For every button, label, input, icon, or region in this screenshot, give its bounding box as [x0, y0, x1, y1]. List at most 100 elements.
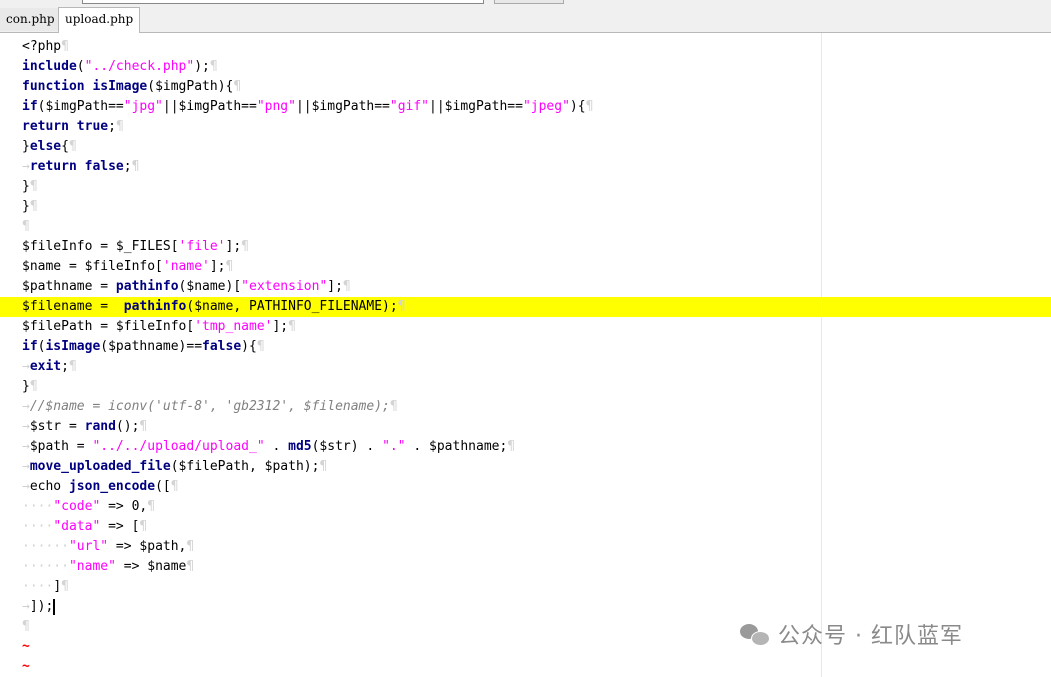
code-line[interactable]: if(isImage($pathname)==false){¶: [22, 337, 265, 357]
pilcrow-mark: ¶: [288, 319, 296, 334]
code-line[interactable]: $filename = pathinfo($name, PATHINFO_FIL…: [0, 297, 1051, 317]
code-token: => 0,: [100, 499, 148, 514]
code-line[interactable]: <?php¶: [22, 37, 69, 57]
pilcrow-mark: ¶: [29, 179, 38, 194]
code-line[interactable]: →//$name = iconv('utf-8', 'gb2312', $fil…: [22, 397, 398, 417]
code-line[interactable]: $name = $fileInfo['name'];¶: [22, 257, 233, 277]
code-token: ····: [22, 499, 54, 514]
code-token: function: [22, 79, 85, 94]
code-line[interactable]: $fileInfo = $_FILES['file'];¶: [22, 237, 249, 257]
code-token: ){: [569, 99, 586, 114]
code-line[interactable]: ····]¶: [22, 577, 69, 597]
code-token: .: [264, 439, 289, 454]
code-token: return: [22, 119, 69, 134]
code-token: exit: [29, 359, 62, 374]
code-token: ]);: [29, 599, 54, 614]
code-token: json_encode: [68, 479, 156, 494]
pilcrow-mark: ¶: [170, 479, 179, 494]
code-line[interactable]: →exit;¶: [22, 357, 77, 377]
code-line[interactable]: }¶: [22, 197, 38, 217]
code-line[interactable]: return true;¶: [22, 117, 124, 137]
code-line[interactable]: ····"code" => 0,¶: [22, 497, 155, 517]
code-token: }: [22, 179, 30, 194]
pilcrow-mark: ¶: [233, 79, 242, 94]
code-line[interactable]: →$path = "../../upload/upload_" . md5($s…: [22, 437, 515, 457]
code-line[interactable]: function isImage($imgPath){¶: [22, 77, 241, 97]
code-line[interactable]: ~: [22, 637, 30, 657]
code-line[interactable]: →move_uploaded_file($filePath, $path);¶: [22, 457, 327, 477]
code-token: ]: [53, 579, 62, 594]
code-token: "url": [68, 539, 109, 554]
code-token: ];: [272, 319, 289, 334]
pilcrow-mark: ¶: [139, 419, 148, 434]
code-token: →: [22, 159, 30, 174]
code-token: $name = $fileInfo[: [22, 259, 163, 274]
code-line[interactable]: →echo json_encode([¶: [22, 477, 179, 497]
code-token: move_uploaded_file: [29, 459, 171, 474]
code-line[interactable]: include("../check.php");¶: [22, 57, 218, 77]
tab-bar: con.php upload.php: [0, 6, 1051, 34]
code-line[interactable]: →]);: [22, 597, 56, 617]
code-line[interactable]: ······"name" => $name¶: [22, 557, 194, 577]
code-line[interactable]: }¶: [22, 177, 38, 197]
code-line[interactable]: →return false;¶: [22, 157, 139, 177]
code-token: $str =: [29, 419, 85, 434]
code-token: //$name = iconv('utf-8', 'gb2312', $file…: [29, 399, 390, 414]
code-line[interactable]: ~: [22, 657, 30, 677]
code-token: ····: [22, 579, 54, 594]
tab-upload-php[interactable]: upload.php: [58, 7, 141, 34]
code-token: ||$imgPath==: [162, 99, 257, 114]
code-token: ($imgPath==: [37, 99, 124, 114]
pilcrow-mark: ¶: [397, 299, 406, 314]
tab-con-php[interactable]: con.php: [0, 8, 62, 31]
right-margin-guide: [821, 33, 822, 677]
code-token: 'name': [162, 259, 210, 274]
code-token: pathinfo: [123, 299, 187, 314]
toolbar-button[interactable]: [494, 0, 564, 4]
code-line[interactable]: ······"url" => $path,¶: [22, 537, 194, 557]
code-token: ······: [22, 539, 69, 554]
code-token: md5: [288, 439, 312, 454]
eof-tilde: ~: [22, 659, 30, 674]
code-line[interactable]: $pathname = pathinfo($name)["extension"]…: [22, 277, 351, 297]
code-token: ;: [108, 119, 116, 134]
pilcrow-mark: ¶: [61, 39, 69, 54]
code-token: => $name: [115, 559, 187, 574]
code-token: ".": [382, 439, 406, 454]
code-editor[interactable]: <?php¶ include("../check.php");¶ function …: [0, 33, 1051, 677]
code-line[interactable]: }else{¶: [22, 137, 77, 157]
code-token: else: [29, 139, 62, 154]
code-token: →: [22, 359, 30, 374]
code-token: $filename =: [22, 299, 124, 314]
code-token: "code": [53, 499, 101, 514]
code-line[interactable]: →$str = rand();¶: [22, 417, 147, 437]
pilcrow-mark: ¶: [585, 99, 594, 114]
code-token: →: [22, 599, 30, 614]
code-token: rand: [84, 419, 116, 434]
pilcrow-mark: ¶: [319, 459, 328, 474]
code-token: "jpeg": [522, 99, 570, 114]
code-line[interactable]: if($imgPath=="jpg"||$imgPath=="png"||$im…: [22, 97, 593, 117]
code-token: "extension": [241, 279, 328, 294]
code-token: ();: [115, 419, 140, 434]
pilcrow-mark: ¶: [29, 379, 38, 394]
code-token: ];: [209, 259, 226, 274]
code-token: →: [22, 399, 30, 414]
code-token: ){: [241, 339, 257, 354]
code-token: ||$imgPath==: [295, 99, 390, 114]
pilcrow-mark: ¶: [68, 359, 77, 374]
address-field[interactable]: [82, 0, 484, 4]
code-line[interactable]: }¶: [22, 377, 38, 397]
code-token: "data": [53, 519, 101, 534]
code-token: ];: [225, 239, 242, 254]
code-line[interactable]: ¶: [22, 217, 30, 237]
code-line[interactable]: $filePath = $fileInfo['tmp_name'];¶: [22, 317, 296, 337]
code-line[interactable]: ¶: [22, 617, 30, 637]
code-line[interactable]: ····"data" => [¶: [22, 517, 147, 537]
code-token: $pathname =: [22, 279, 116, 294]
code-token: {: [61, 139, 69, 154]
code-token: true: [76, 119, 109, 134]
code-token: isImage: [92, 79, 148, 94]
wechat-icon: [740, 622, 770, 646]
